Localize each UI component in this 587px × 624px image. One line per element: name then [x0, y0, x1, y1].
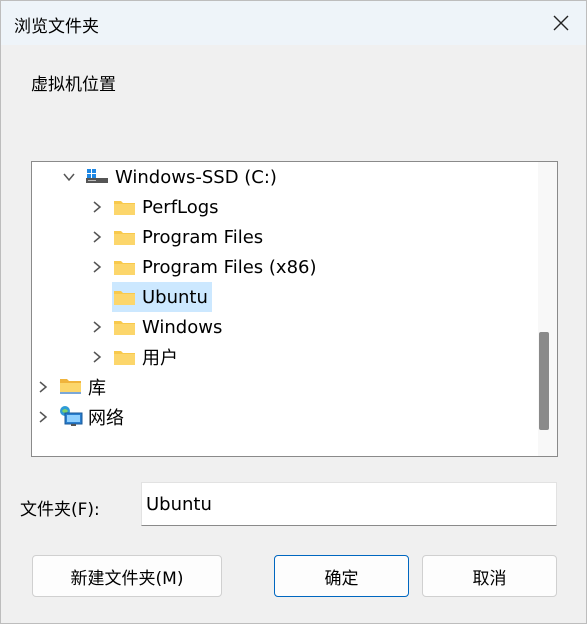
chevron-right-icon[interactable]	[90, 260, 104, 274]
tree-item-label: 用户	[142, 348, 178, 369]
tree-item-users[interactable]: 用户	[32, 343, 532, 371]
cancel-button[interactable]: 取消	[422, 555, 557, 597]
tree-item-program-files[interactable]: Program Files	[32, 223, 532, 251]
chevron-right-icon[interactable]	[90, 200, 104, 214]
tree-item-label: 网络	[88, 408, 124, 429]
folder-icon	[114, 261, 135, 275]
new-folder-button[interactable]: 新建文件夹(M)	[32, 555, 222, 597]
network-icon	[60, 406, 83, 426]
description-text: 虚拟机位置	[31, 75, 116, 95]
chevron-right-icon[interactable]	[36, 380, 50, 394]
scrollbar-thumb[interactable]	[539, 332, 549, 430]
chevron-right-icon[interactable]	[90, 320, 104, 334]
tree-item-ubuntu[interactable]: Ubuntu	[32, 283, 532, 311]
browse-folder-dialog: 浏览文件夹 虚拟机位置 Windows-SSD (C:) PerfLogs Pr…	[0, 0, 587, 624]
tree-item-label: PerfLogs	[142, 196, 219, 218]
tree-item-windows[interactable]: Windows	[32, 313, 532, 341]
folder-icon	[114, 291, 135, 305]
folder-tree[interactable]: Windows-SSD (C:) PerfLogs Program Files …	[31, 161, 558, 457]
folder-icon	[114, 201, 135, 215]
library-folder-icon	[60, 379, 81, 394]
tree-item-perflogs[interactable]: PerfLogs	[32, 193, 532, 221]
chevron-right-icon[interactable]	[36, 410, 50, 424]
close-icon	[553, 15, 569, 31]
window-title: 浏览文件夹	[14, 17, 99, 37]
tree-item-label: Ubuntu	[142, 286, 208, 308]
folder-icon	[114, 321, 135, 335]
folder-field-label: 文件夹(F):	[20, 500, 100, 520]
close-button[interactable]	[544, 7, 578, 39]
tree-item-windows-ssd[interactable]: Windows-SSD (C:)	[32, 163, 532, 191]
tree-item-network[interactable]: 网络	[32, 403, 532, 431]
chevron-right-icon[interactable]	[90, 230, 104, 244]
drive-icon	[86, 169, 108, 183]
tree-item-label: Program Files (x86)	[142, 256, 317, 278]
folder-input[interactable]	[141, 482, 557, 526]
tree-item-label: Program Files	[142, 226, 264, 248]
tree-item-program-files-x86[interactable]: Program Files (x86)	[32, 253, 532, 281]
chevron-right-icon[interactable]	[90, 350, 104, 364]
chevron-down-icon[interactable]	[62, 170, 76, 184]
tree-item-label: Windows-SSD (C:)	[115, 166, 277, 188]
folder-icon	[114, 351, 135, 365]
tree-item-label: 库	[88, 378, 106, 399]
title-bar: 浏览文件夹	[1, 1, 586, 45]
folder-icon	[114, 231, 135, 245]
tree-item-label: Windows	[142, 316, 223, 338]
ok-button[interactable]: 确定	[274, 555, 409, 597]
tree-item-libraries[interactable]: 库	[32, 373, 532, 401]
